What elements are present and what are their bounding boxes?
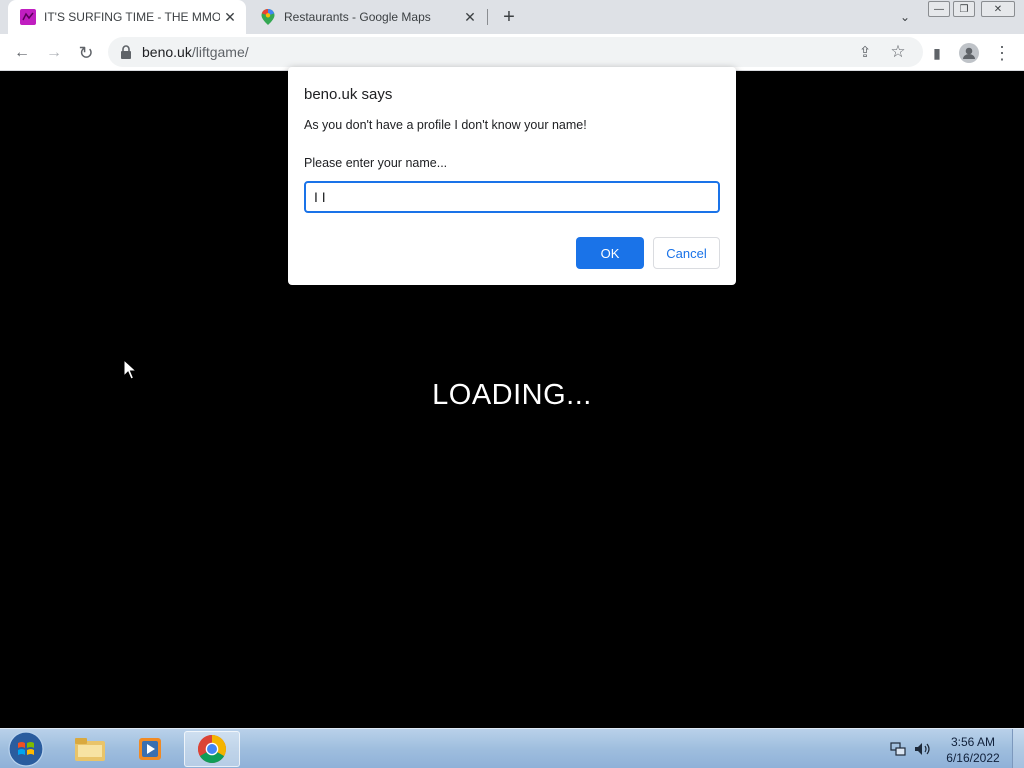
address-bar[interactable]: beno.uk/liftgame/ ⇪ ☆ [108, 37, 923, 67]
system-clock[interactable]: 3:56 AM 6/16/2022 [940, 734, 1006, 766]
dialog-origin: beno.uk says [304, 86, 393, 103]
back-button[interactable]: ← [9, 40, 35, 66]
forward-button[interactable]: → [41, 40, 67, 66]
file-explorer-icon[interactable] [62, 731, 118, 767]
cancel-button[interactable]: Cancel [653, 237, 720, 269]
network-icon[interactable] [888, 729, 908, 768]
lock-icon[interactable] [120, 45, 132, 59]
maps-favicon-icon [260, 9, 276, 25]
prompt-dialog: beno.uk says As you don't have a profile… [288, 67, 736, 285]
side-panel-icon[interactable]: ▮ [924, 40, 950, 66]
menu-kebab-icon[interactable]: ⋮ [989, 40, 1015, 66]
tab-google-maps[interactable]: Restaurants - Google Maps ✕ [248, 0, 486, 34]
dialog-message: As you don't have a profile I don't know… [304, 118, 587, 132]
tab-close-icon[interactable]: ✕ [460, 7, 480, 27]
minimize-button[interactable]: — [928, 1, 950, 17]
clock-time: 3:56 AM [950, 735, 996, 749]
windows-taskbar: 3:56 AM 6/16/2022 [0, 728, 1024, 768]
windows-logo-icon [8, 731, 44, 767]
share-icon[interactable]: ⇪ [856, 43, 874, 61]
loading-text: LOADING... [432, 379, 592, 411]
tab-surfing-time[interactable]: IT'S SURFING TIME - THE MMOG ✕ [8, 0, 246, 34]
volume-icon[interactable] [912, 729, 934, 768]
new-tab-button[interactable]: + [498, 6, 520, 28]
tab-title: IT'S SURFING TIME - THE MMOG [44, 10, 220, 24]
game-favicon-icon [20, 9, 36, 25]
chrome-icon[interactable] [184, 731, 240, 767]
dialog-prompt-label: Please enter your name... [304, 156, 448, 170]
close-window-button[interactable]: ✕ [981, 1, 1015, 17]
media-player-icon[interactable] [122, 731, 178, 767]
url-path: /liftgame/ [191, 44, 249, 60]
url-domain: beno.uk [142, 44, 192, 60]
start-button[interactable] [6, 730, 46, 768]
clock-date: 6/16/2022 [946, 751, 1000, 765]
name-input[interactable] [304, 181, 720, 213]
tab-title: Restaurants - Google Maps [284, 10, 431, 24]
tab-separator [487, 9, 488, 25]
tab-strip: IT'S SURFING TIME - THE MMOG ✕ Restauran… [0, 0, 1024, 34]
show-desktop-button[interactable] [1012, 729, 1024, 768]
mouse-cursor-icon [123, 359, 137, 380]
url-text[interactable]: beno.uk/liftgame/ [142, 44, 249, 60]
reload-button[interactable]: ↻ [73, 40, 99, 66]
bookmark-star-icon[interactable]: ☆ [889, 42, 907, 61]
tab-search-chevron-icon[interactable]: ⌄ [895, 7, 915, 27]
restore-button[interactable]: ❐ [953, 1, 975, 17]
ok-button[interactable]: OK [576, 237, 644, 269]
profile-avatar-icon[interactable] [956, 40, 982, 66]
tab-close-icon[interactable]: ✕ [220, 7, 240, 27]
browser-toolbar: ← → ↻ beno.uk/liftgame/ ⇪ ☆ ▮ ⋮ [0, 34, 1024, 71]
